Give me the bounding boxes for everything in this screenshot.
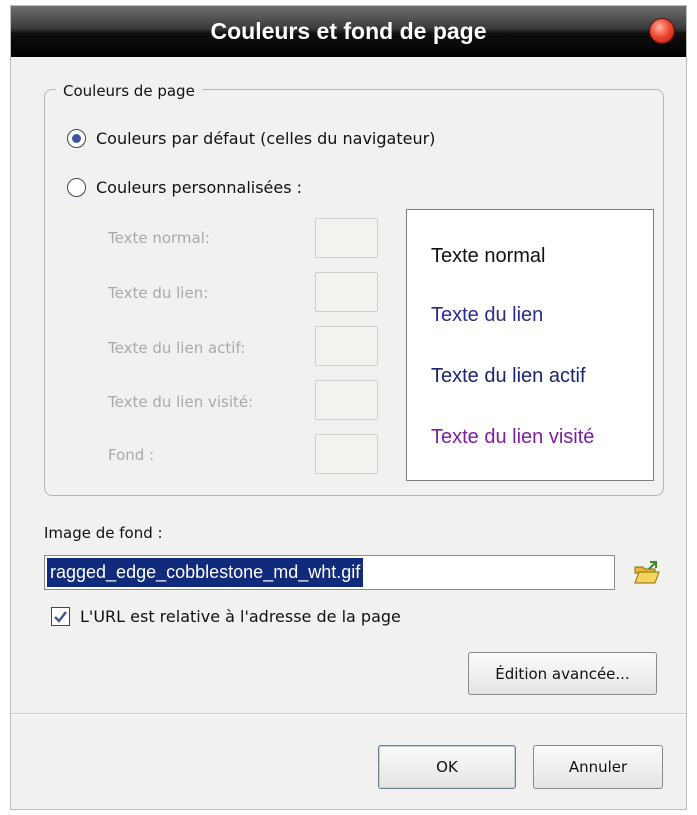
radio-default-colors-label: Couleurs par défaut (celles du navigateu… xyxy=(96,129,436,148)
page-colors-dialog: Couleurs et fond de page Couleurs de pag… xyxy=(10,5,687,810)
preview-link-text: Texte du lien xyxy=(431,304,544,326)
color-swatch-normal-text xyxy=(315,218,378,258)
page-colors-group-label: Couleurs de page xyxy=(56,82,202,100)
background-image-label: Image de fond : xyxy=(44,524,163,542)
folder-open-icon xyxy=(634,561,660,584)
relative-url-checkbox[interactable] xyxy=(51,607,70,626)
color-label-active-link-text: Texte du lien actif: xyxy=(108,339,246,357)
color-label-normal-text: Texte normal: xyxy=(108,229,210,247)
advanced-edit-button[interactable]: Édition avancée... xyxy=(468,652,657,695)
browse-folder-button[interactable] xyxy=(632,559,662,587)
color-preview-panel: Texte normal Texte du lien Texte du lien… xyxy=(406,209,654,481)
preview-active-link-text: Texte du lien actif xyxy=(431,365,586,387)
checkmark-icon xyxy=(54,611,67,623)
relative-url-checkbox-label: L'URL est relative à l'adresse de la pag… xyxy=(80,607,401,626)
relative-url-checkbox-row[interactable]: L'URL est relative à l'adresse de la pag… xyxy=(51,607,401,626)
background-image-path-input[interactable]: ragged_edge_cobblestone_md_wht.gif xyxy=(44,555,615,590)
radio-custom-colors[interactable] xyxy=(67,178,86,197)
close-button[interactable] xyxy=(650,19,674,43)
radio-default-colors[interactable] xyxy=(67,129,86,148)
background-image-path-value: ragged_edge_cobblestone_md_wht.gif xyxy=(47,558,364,587)
radio-custom-colors-row[interactable]: Couleurs personnalisées : xyxy=(67,178,302,197)
radio-default-colors-row[interactable]: Couleurs par défaut (celles du navigateu… xyxy=(67,129,435,148)
preview-visited-link-text: Texte du lien visité xyxy=(431,426,595,448)
cancel-button[interactable]: Annuler xyxy=(533,745,663,789)
radio-custom-colors-label: Couleurs personnalisées : xyxy=(96,178,303,197)
color-swatch-visited-link-text xyxy=(315,380,378,420)
title-bar[interactable]: Couleurs et fond de page xyxy=(11,6,686,57)
color-swatch-active-link-text xyxy=(315,326,378,366)
dialog-title: Couleurs et fond de page xyxy=(210,18,487,44)
ok-button[interactable]: OK xyxy=(378,745,516,789)
footer-separator xyxy=(11,713,686,715)
color-label-visited-link-text: Texte du lien visité: xyxy=(108,393,254,411)
color-label-background: Fond : xyxy=(108,446,155,464)
preview-normal-text: Texte normal xyxy=(431,245,546,267)
color-label-link-text: Texte du lien: xyxy=(108,284,209,302)
color-swatch-background xyxy=(315,434,378,474)
color-swatch-link-text xyxy=(315,272,378,312)
